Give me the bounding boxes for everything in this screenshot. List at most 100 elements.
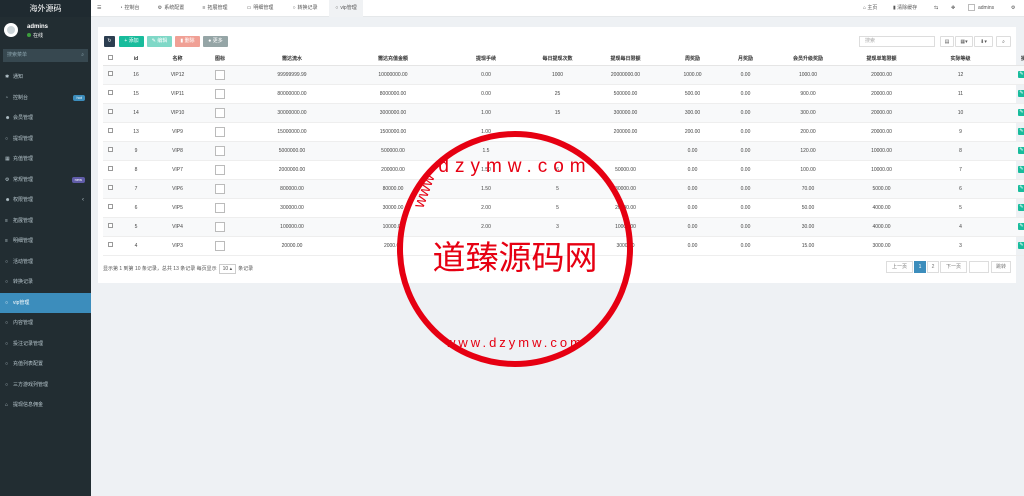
column-header[interactable]: 操作 — [1002, 53, 1024, 66]
column-header[interactable]: 需达流水 — [240, 53, 344, 66]
column-header[interactable]: 实际等级 — [919, 53, 1002, 66]
row-checkbox[interactable] — [107, 147, 113, 152]
row-checkbox[interactable] — [107, 223, 113, 228]
column-header[interactable]: 周奖励 — [666, 53, 719, 66]
table-row[interactable]: 6 VIP5 300000.00 30000.00 2.00 5 20000.00 0.00 0… — [103, 198, 1024, 218]
menu-toggle-icon[interactable]: ☰ — [97, 0, 101, 17]
advanced-search-button[interactable]: ⌕ — [996, 36, 1011, 47]
prev-page-button[interactable]: 上一页 — [886, 261, 913, 273]
column-header[interactable]: 每日提现次数 — [530, 53, 585, 66]
tab-2[interactable]: ≡ 拓展管理 — [195, 0, 235, 17]
table-row[interactable]: 5 VIP4 100000.00 10000.00 2.00 3 10000.00 0.00 0… — [103, 217, 1024, 237]
table-row[interactable]: 4 VIP3 20000.00 2000.00 3000.00 0.00 0.00 15.00… — [103, 236, 1024, 256]
row-edit-button[interactable]: ✎ — [1018, 128, 1024, 135]
tab-5[interactable]: ○ vip管理 — [329, 0, 363, 17]
search-icon[interactable]: ⌕ — [81, 49, 84, 62]
column-header[interactable]: 月奖励 — [719, 53, 772, 66]
home-link[interactable]: ⌂ 主页 — [863, 0, 877, 17]
table-row[interactable]: 16 VIP12 99999999.99 10000000.00 0.00 1000 200… — [103, 65, 1024, 85]
column-header[interactable]: 提现每日限额 — [585, 53, 666, 66]
cell-recharge: 10000000.00 — [344, 65, 442, 85]
table-search-input[interactable]: 搜索 — [859, 36, 935, 47]
sidebar-item-16[interactable]: ⌂ 提现信息佣金 — [0, 395, 91, 416]
sidebar-item-10[interactable]: ○ 转换记录 — [0, 272, 91, 293]
cell-level: 8 — [919, 141, 1002, 161]
table-row[interactable]: 9 VIP8 5000000.00 500000.00 1.5 0.00 0.00 120.0… — [103, 141, 1024, 161]
fullscreen-icon[interactable]: ✥ — [951, 0, 955, 17]
cell-single: 20000.00 — [844, 122, 919, 142]
row-edit-button[interactable]: ✎ — [1018, 185, 1024, 192]
column-header[interactable]: 图标 — [200, 53, 240, 66]
app-logo[interactable]: 海外源码 — [0, 0, 91, 17]
columns-dropdown[interactable]: ▦▾ — [955, 36, 973, 47]
tab-1[interactable]: ⚙ 系统配置 — [151, 0, 191, 17]
row-checkbox[interactable] — [107, 204, 113, 209]
row-edit-button[interactable]: ✎ — [1018, 147, 1024, 154]
tab-4[interactable]: ○ 转换记录 — [285, 0, 325, 17]
cell-id: 14 — [117, 103, 155, 123]
table-row[interactable]: 15 VIP11 80000000.00 8000000.00 0.00 25 500000… — [103, 84, 1024, 104]
column-header[interactable]: id — [117, 53, 155, 66]
table-row[interactable]: 8 VIP7 2000000.00 200000.00 1.50 6 50000.00 0.0… — [103, 160, 1024, 180]
settings-gear-icon[interactable]: ⚙ — [1011, 0, 1015, 17]
view-toggle-button[interactable]: ▤ — [940, 36, 954, 47]
row-edit-button[interactable]: ✎ — [1018, 109, 1024, 116]
row-edit-button[interactable]: ✎ — [1018, 166, 1024, 173]
row-checkbox[interactable] — [107, 185, 113, 190]
sidebar-item-11[interactable]: ○ vip管理 — [0, 292, 91, 313]
sidebar-item-8[interactable]: ≡ 明细管理 — [0, 231, 91, 252]
sidebar-item-14[interactable]: ○ 充值列表配置 — [0, 354, 91, 375]
row-edit-button[interactable]: ✎ — [1018, 242, 1024, 249]
delete-button[interactable]: ▮ 删除 — [175, 36, 200, 47]
sidebar-item-7[interactable]: ≡ 拓展管理 — [0, 211, 91, 232]
sidebar-item-3[interactable]: ○ 提现管理 — [0, 129, 91, 150]
pencil-icon: ✎ — [1019, 204, 1024, 210]
page-2-button[interactable]: 2 — [927, 261, 939, 273]
sidebar-item-5[interactable]: ⚙ 常规管理 new — [0, 170, 91, 191]
row-checkbox[interactable] — [107, 109, 113, 114]
row-edit-button[interactable]: ✎ — [1018, 71, 1024, 78]
next-page-button[interactable]: 下一页 — [940, 261, 967, 273]
row-edit-button[interactable]: ✎ — [1018, 90, 1024, 97]
more-button[interactable]: ● 更多 — [203, 36, 228, 47]
row-checkbox[interactable] — [107, 90, 113, 95]
sidebar-item-4[interactable]: ▦ 充值管理 — [0, 149, 91, 170]
sidebar-item-6[interactable]: ☻ 权限管理 ‹ — [0, 190, 91, 211]
row-edit-button[interactable]: ✎ — [1018, 204, 1024, 211]
goto-page-button[interactable]: 跳转 — [991, 261, 1011, 273]
column-header[interactable]: 会员升级奖励 — [772, 53, 844, 66]
table-row[interactable]: 14 VIP10 30000000.00 3000000.00 1.00 15 300000… — [103, 103, 1024, 123]
sidebar-item-0[interactable]: ✱ 通知 — [0, 67, 91, 88]
row-checkbox[interactable] — [107, 128, 113, 133]
sidebar-item-9[interactable]: ○ 活动管理 — [0, 252, 91, 273]
sidebar-item-12[interactable]: ○ 内容管理 — [0, 313, 91, 334]
row-checkbox[interactable] — [107, 242, 113, 247]
table-row[interactable]: 13 VIP9 15000000.00 1500000.00 1.00 200000.00… — [103, 122, 1024, 142]
translate-icon[interactable]: ⇆ — [934, 0, 938, 17]
sidebar-item-13[interactable]: ○ 投注记录管理 — [0, 334, 91, 355]
row-checkbox[interactable] — [107, 166, 113, 171]
edit-button[interactable]: ✎ 编辑 — [147, 36, 172, 47]
column-header[interactable]: 提现单笔限额 — [844, 53, 919, 66]
refresh-button[interactable]: ↻ — [104, 36, 115, 47]
user-menu[interactable]: admins — [968, 0, 994, 17]
sidebar-item-2[interactable]: ☻ 会员管理 — [0, 108, 91, 129]
select-all-checkbox[interactable] — [107, 55, 113, 61]
column-header[interactable]: 提现手续 — [442, 53, 530, 66]
export-dropdown[interactable]: ⬇▾ — [974, 36, 993, 47]
clear-cache-button[interactable]: ▮ 清除缓存 — [893, 0, 917, 17]
sidebar-item-1[interactable]: ◔ 控制台 hot — [0, 88, 91, 109]
sidebar-item-15[interactable]: ○ 三方游戏列管理 — [0, 375, 91, 396]
column-header[interactable]: 需达充值金额 — [344, 53, 442, 66]
row-edit-button[interactable]: ✎ — [1018, 223, 1024, 230]
tab-0[interactable]: ◔ 控制台 — [113, 0, 146, 17]
menu-search-input[interactable]: 搜索菜单 ⌕ — [3, 49, 88, 62]
row-checkbox[interactable] — [107, 71, 113, 76]
tab-3[interactable]: ▭ 明细管理 — [239, 0, 281, 17]
page-1-button[interactable]: 1 — [914, 261, 926, 273]
page-size-select[interactable]: 10 ▴ — [218, 264, 237, 274]
goto-page-input[interactable] — [969, 261, 989, 273]
column-header[interactable]: 名称 — [155, 53, 200, 66]
table-row[interactable]: 7 VIP6 800000.00 80000.00 1.50 5 30000.00 0.00 0… — [103, 179, 1024, 199]
add-button[interactable]: + 添加 — [119, 36, 144, 47]
